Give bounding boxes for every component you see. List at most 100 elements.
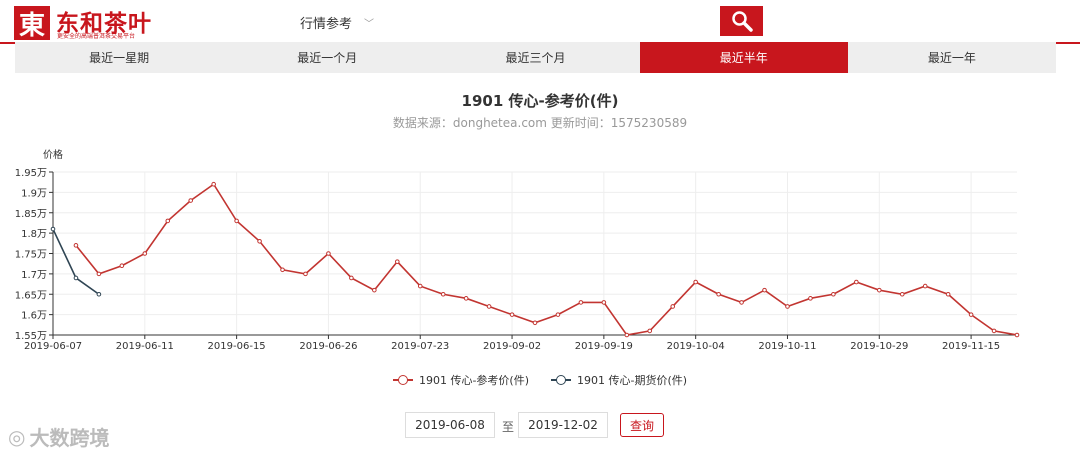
data-point bbox=[73, 275, 79, 281]
legend-item-reference[interactable]: 1901 传心-参考价(件) bbox=[392, 372, 529, 388]
data-point bbox=[349, 275, 354, 281]
logo-subtitle: 更安全的高端普洱茶交易平台 bbox=[57, 33, 136, 40]
series-line-1 bbox=[52, 228, 100, 295]
tab-year[interactable]: 最近一年 bbox=[848, 42, 1056, 73]
data-point bbox=[922, 283, 928, 289]
y-tick-label: 1.9万 bbox=[21, 188, 47, 199]
data-point bbox=[211, 181, 216, 187]
tab-week[interactable]: 最近一星期 bbox=[15, 42, 223, 73]
query-button[interactable]: 查询 bbox=[620, 413, 664, 437]
data-point bbox=[509, 312, 515, 317]
x-tick-label: 2019-10-04 bbox=[667, 341, 725, 352]
data-point bbox=[968, 312, 974, 317]
data-point bbox=[280, 267, 285, 273]
search-category-label: 行情参考 bbox=[300, 16, 353, 32]
tab-half-year[interactable]: 最近半年 bbox=[639, 42, 848, 73]
data-point bbox=[716, 291, 721, 297]
search-input[interactable] bbox=[390, 8, 720, 36]
x-tick-label: 2019-06-07 bbox=[24, 341, 82, 352]
y-tick-label: 1.85万 bbox=[15, 209, 47, 220]
x-tick-label: 2019-09-19 bbox=[575, 341, 633, 352]
data-point bbox=[945, 291, 951, 297]
y-tick-label: 1.6万 bbox=[21, 311, 47, 322]
data-point bbox=[326, 251, 331, 256]
data-point bbox=[693, 279, 698, 285]
data-point bbox=[372, 287, 377, 293]
data-point bbox=[234, 218, 239, 224]
data-point bbox=[899, 291, 905, 297]
logo-char: 東 bbox=[18, 10, 45, 41]
price-line-chart: 价格1.55万1.6万1.65万1.7万1.75万1.8万1.85万1.9万1.… bbox=[15, 148, 1020, 352]
data-point bbox=[601, 300, 607, 305]
chart-subtitle: 数据来源：donghetea.com 更新时间：1575230589 bbox=[392, 116, 688, 130]
data-point bbox=[647, 328, 653, 334]
y-tick-label: 1.95万 bbox=[15, 168, 47, 179]
data-point bbox=[486, 304, 492, 309]
watermark-logo-icon: ◎ bbox=[8, 424, 26, 449]
x-tick-label: 2019-10-11 bbox=[758, 341, 816, 352]
tab-three-months[interactable]: 最近三个月 bbox=[431, 42, 639, 73]
x-tick-label: 2019-06-15 bbox=[208, 341, 266, 352]
x-tick-label: 2019-06-11 bbox=[116, 341, 174, 352]
data-point bbox=[165, 218, 171, 224]
data-point bbox=[142, 251, 148, 256]
start-date-input[interactable]: 2019-06-08 bbox=[405, 412, 495, 438]
data-point bbox=[50, 226, 56, 232]
y-tick-label: 1.8万 bbox=[21, 229, 47, 240]
data-point bbox=[670, 304, 676, 309]
data-point bbox=[440, 291, 446, 297]
legend-mark-reference bbox=[392, 375, 413, 385]
watermark: ◎ 大数跨境 bbox=[8, 422, 109, 451]
search-category-select[interactable]: 行情参考 ﹀ bbox=[290, 8, 390, 36]
watermark-text: 大数跨境 bbox=[29, 426, 110, 450]
x-tick-label: 2019-09-02 bbox=[483, 341, 541, 352]
chevron-down-icon: ﹀ bbox=[364, 18, 375, 30]
search-icon bbox=[731, 11, 753, 32]
legend-mark-futures bbox=[551, 375, 571, 385]
legend-label-futures: 1901 传心-期货价(件) bbox=[577, 374, 688, 387]
data-point bbox=[876, 287, 882, 293]
data-point bbox=[96, 291, 102, 297]
data-point bbox=[96, 271, 102, 277]
data-point bbox=[463, 296, 469, 301]
series-line-0 bbox=[75, 183, 1018, 336]
y-tick-label: 1.65万 bbox=[15, 290, 47, 301]
search-button[interactable] bbox=[720, 6, 763, 36]
x-tick-label: 2019-10-29 bbox=[850, 341, 908, 352]
y-tick-label: 1.75万 bbox=[15, 250, 47, 261]
data-point bbox=[991, 328, 997, 334]
data-point bbox=[303, 271, 308, 277]
logo-icon[interactable]: 東 bbox=[14, 6, 50, 41]
data-point bbox=[624, 332, 630, 338]
y-axis-label: 价格 bbox=[43, 148, 63, 161]
end-date-input[interactable]: 2019-12-02 bbox=[518, 412, 608, 438]
data-point bbox=[73, 243, 79, 248]
date-separator: 至 bbox=[502, 420, 515, 434]
data-point bbox=[555, 312, 561, 317]
data-point bbox=[831, 291, 836, 297]
period-tabs: 最近一星期 最近一个月 最近三个月 最近半年 最近一年 bbox=[15, 42, 1056, 73]
legend-item-futures[interactable]: 1901 传心-期货价(件) bbox=[551, 372, 687, 388]
data-point bbox=[417, 283, 423, 289]
data-point bbox=[119, 263, 125, 269]
x-tick-label: 2019-11-15 bbox=[942, 341, 1000, 352]
data-point bbox=[394, 259, 400, 264]
data-point bbox=[854, 279, 859, 285]
chart-title: 1901 传心-参考价(件) bbox=[461, 92, 619, 110]
data-point bbox=[1014, 332, 1020, 338]
x-tick-label: 2019-06-26 bbox=[299, 341, 357, 352]
y-tick-label: 1.7万 bbox=[21, 270, 47, 281]
data-point bbox=[257, 238, 262, 244]
legend-label-reference: 1901 传心-参考价(件) bbox=[418, 374, 529, 387]
data-point bbox=[762, 287, 767, 293]
x-tick-label: 2019-07-23 bbox=[391, 341, 449, 352]
site-header: 東 东和茶叶 更安全的高端普洱茶交易平台 行情参考 ﹀ bbox=[0, 0, 1080, 44]
data-point bbox=[188, 198, 194, 203]
data-point bbox=[578, 300, 584, 305]
data-point bbox=[532, 320, 538, 326]
chart-legend: 1901 传心-参考价(件) 1901 传心-期货价(件) bbox=[0, 372, 1080, 388]
data-point bbox=[808, 296, 813, 301]
data-point bbox=[739, 300, 744, 305]
data-point bbox=[785, 304, 790, 309]
tab-month[interactable]: 最近一个月 bbox=[223, 42, 431, 73]
